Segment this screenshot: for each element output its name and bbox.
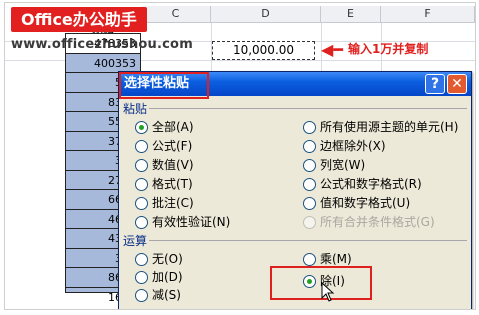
screenshot-frame: C D E F 数据 478353 400353 556 8373 5570 3…: [4, 2, 476, 310]
divider: [149, 240, 467, 241]
option-label: 公式和数字格式(R): [320, 177, 422, 191]
option-label: 减(S): [152, 288, 181, 302]
option-label: 乘(M): [320, 252, 352, 266]
column-header-e[interactable]: E: [321, 6, 381, 23]
option-paste-no-borders[interactable]: 边框除外(X): [303, 139, 386, 154]
option-paste-formats[interactable]: 格式(T): [135, 177, 193, 192]
radio-icon[interactable]: [135, 140, 148, 153]
divider: [149, 108, 467, 109]
option-paste-all[interactable]: 全部(A): [135, 120, 194, 135]
option-paste-validation[interactable]: 有效性验证(N): [135, 215, 230, 230]
option-label: 加(D): [152, 270, 183, 284]
option-paste-formulas[interactable]: 公式(F): [135, 139, 192, 154]
annotation-text: 输入1万并复制: [348, 42, 429, 56]
radio-icon[interactable]: [135, 121, 148, 134]
option-paste-values-numbers[interactable]: 值和数字格式(U): [303, 196, 410, 211]
option-label: 有效性验证(N): [152, 215, 231, 229]
copied-cell[interactable]: 10,000.00: [212, 41, 315, 60]
radio-icon[interactable]: [303, 253, 316, 266]
column-header-d[interactable]: D: [211, 6, 321, 23]
option-paste-merge-conditional: 所有合并条件格式(G): [303, 215, 435, 230]
option-label: 公式(F): [152, 139, 193, 153]
radio-icon[interactable]: [135, 216, 148, 229]
option-label: 无(O): [152, 252, 183, 266]
radio-icon[interactable]: [135, 271, 148, 284]
radio-icon[interactable]: [135, 159, 148, 172]
option-paste-column-widths[interactable]: 列宽(W): [303, 158, 365, 173]
option-paste-source-theme[interactable]: 所有使用源主题的单元(H): [303, 120, 458, 135]
paste-section-label: 粘贴: [123, 102, 148, 116]
radio-icon[interactable]: [303, 121, 316, 134]
option-label: 所有使用源主题的单元(H): [320, 120, 459, 134]
option-label: 批注(C): [152, 196, 194, 210]
option-op-add[interactable]: 加(D): [135, 270, 183, 285]
radio-icon[interactable]: [135, 289, 148, 302]
highlight-box: [119, 72, 209, 99]
radio-icon[interactable]: [303, 140, 316, 153]
option-paste-comments[interactable]: 批注(C): [135, 196, 194, 211]
option-label: 所有合并条件格式(G): [320, 215, 435, 229]
radio-icon[interactable]: [135, 197, 148, 210]
option-op-multiply[interactable]: 乘(M): [303, 252, 352, 267]
option-label: 数值(V): [152, 158, 194, 172]
option-label: 格式(T): [152, 177, 193, 191]
help-button[interactable]: ?: [425, 74, 445, 94]
radio-icon: [303, 216, 316, 229]
option-label: 全部(A): [152, 120, 194, 134]
radio-icon[interactable]: [135, 178, 148, 191]
radio-icon[interactable]: [303, 178, 316, 191]
option-label: 值和数字格式(U): [320, 196, 411, 210]
paste-special-dialog: 选择性粘贴 ? ✕ 粘贴 全部(A) 公式(F) 数值(V) 格式(T) 批注(…: [118, 71, 472, 309]
operation-section-label: 运算: [123, 234, 148, 248]
brand-badge: Office办公助手: [11, 7, 147, 32]
watermark: www.officezhushou.com: [11, 37, 193, 52]
radio-icon[interactable]: [303, 197, 316, 210]
column-header-f[interactable]: F: [381, 6, 475, 23]
option-paste-values[interactable]: 数值(V): [135, 158, 194, 173]
radio-icon[interactable]: [135, 253, 148, 266]
option-label: 边框除外(X): [320, 139, 386, 153]
radio-icon[interactable]: [303, 159, 316, 172]
arrow-left-icon: ◀━: [321, 40, 343, 59]
column-header-c[interactable]: C: [141, 6, 211, 23]
mouse-cursor-icon: [321, 282, 335, 302]
option-op-none[interactable]: 无(O): [135, 252, 183, 267]
option-paste-formulas-numbers[interactable]: 公式和数字格式(R): [303, 177, 422, 192]
option-label: 列宽(W): [320, 158, 366, 172]
close-button[interactable]: ✕: [447, 74, 467, 94]
option-op-subtract[interactable]: 减(S): [135, 288, 181, 303]
